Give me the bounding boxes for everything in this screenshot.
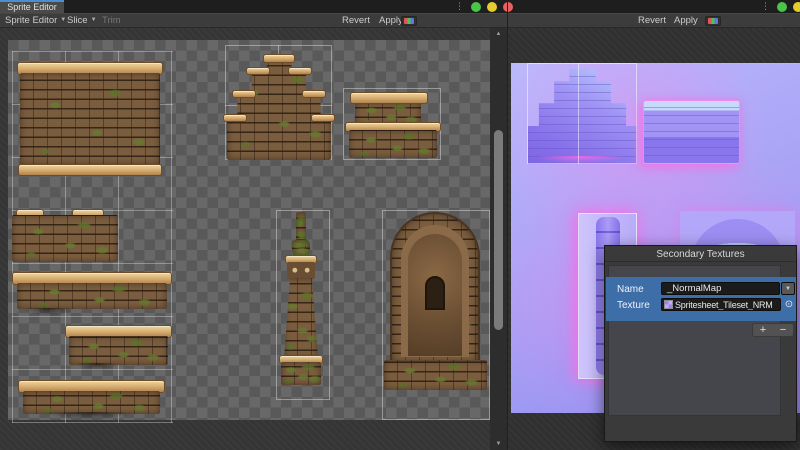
texture-label: Texture	[617, 299, 650, 312]
scroll-up-icon[interactable]: ▲	[490, 30, 507, 38]
add-remove-buttons: + −	[752, 323, 794, 337]
tab-label: Sprite Editor	[7, 3, 57, 12]
chevron-down-icon: ▼	[91, 14, 97, 27]
object-picker-button[interactable]: ⊙	[782, 298, 796, 311]
name-label: Name	[617, 283, 644, 296]
chevron-down-icon: ▼	[785, 286, 791, 292]
slice-dropdown[interactable]: Slice ▼	[65, 14, 99, 27]
overflow-dots-icon[interactable]: ⋮	[761, 2, 770, 11]
green-circle-button[interactable]	[471, 2, 481, 12]
sprite-stone-ledge-a[interactable]	[12, 272, 172, 312]
revert-button-left[interactable]: Revert	[340, 14, 372, 27]
selected-secondary-texture-entry[interactable]: Name _NormalMap ▼ Texture Spritesheet_Ti…	[606, 277, 796, 321]
sprite-stone-ledge-b[interactable]	[65, 325, 172, 365]
green-circle-button[interactable]	[777, 2, 787, 12]
yellow-circle-button[interactable]	[487, 2, 497, 12]
rgb-alpha-toggle-right[interactable]	[705, 16, 721, 26]
sprite-editor-mode-dropdown[interactable]: Sprite Editor ▼	[3, 14, 68, 27]
sprite-stone-totem-pillar[interactable]	[277, 212, 325, 385]
overflow-dots-icon[interactable]: ⋮	[455, 2, 464, 11]
rgb-icon	[404, 18, 414, 24]
texture-object-field[interactable]: Spritesheet_Tileset_NRM	[661, 298, 781, 311]
normalmap-stairs-pyramid	[528, 69, 637, 164]
remove-button[interactable]: −	[780, 324, 786, 336]
texture-row: Texture Spritesheet_Tileset_NRM ⊙	[606, 298, 796, 312]
sprite-stone-wall-strip[interactable]	[12, 213, 118, 262]
normalmap-altar-platform	[643, 100, 740, 164]
red-circle-button[interactable]	[503, 2, 513, 12]
object-picker-icon: ⊙	[785, 299, 793, 310]
rgb-icon	[708, 18, 718, 24]
sprite-stone-stairs-pyramid[interactable]	[227, 57, 331, 160]
trim-button: Trim	[100, 14, 123, 27]
name-row: Name _NormalMap ▼	[606, 282, 796, 296]
tab-strip: Sprite Editor ⋮ ⋮	[0, 0, 800, 13]
name-dropdown-field[interactable]: _NormalMap	[661, 282, 780, 295]
yellow-circle-button[interactable]	[793, 2, 800, 12]
apply-button-right[interactable]: Apply	[672, 14, 700, 27]
vertical-scrollbar: ▲ ▼	[490, 28, 507, 450]
sprite-sheet-canvas[interactable]	[0, 28, 490, 450]
sprite-stone-altar-platform[interactable]	[345, 92, 441, 158]
panel-title: Secondary Textures	[605, 246, 796, 262]
name-dropdown-button[interactable]: ▼	[781, 282, 795, 295]
toolbar: Sprite Editor ▼ Slice ▼ Trim Revert Appl…	[0, 13, 800, 28]
rgb-alpha-toggle-left[interactable]	[401, 16, 417, 26]
tab-sprite-editor[interactable]: Sprite Editor	[0, 0, 64, 13]
sprite-stone-arch-doorway[interactable]	[384, 212, 487, 390]
scroll-down-icon[interactable]: ▼	[490, 440, 507, 448]
unity-sprite-editor-window: Sprite Editor ⋮ ⋮ Sprite Editor ▼ Slice …	[0, 0, 800, 450]
sprite-stone-wall-large[interactable]	[20, 62, 160, 177]
add-button[interactable]: +	[760, 324, 766, 336]
texture-thumbnail	[664, 300, 673, 309]
normalmap-glow	[521, 156, 641, 166]
window-controls-left-panel: ⋮	[455, 0, 513, 13]
window-controls-right-panel: ⋮	[761, 0, 800, 13]
scrollbar-thumb[interactable]	[494, 130, 503, 330]
sprite-stone-ledge-c[interactable]	[18, 380, 165, 414]
secondary-textures-panel: Secondary Textures Name _NormalMap ▼ Tex…	[604, 245, 797, 442]
revert-button-right[interactable]: Revert	[636, 14, 668, 27]
